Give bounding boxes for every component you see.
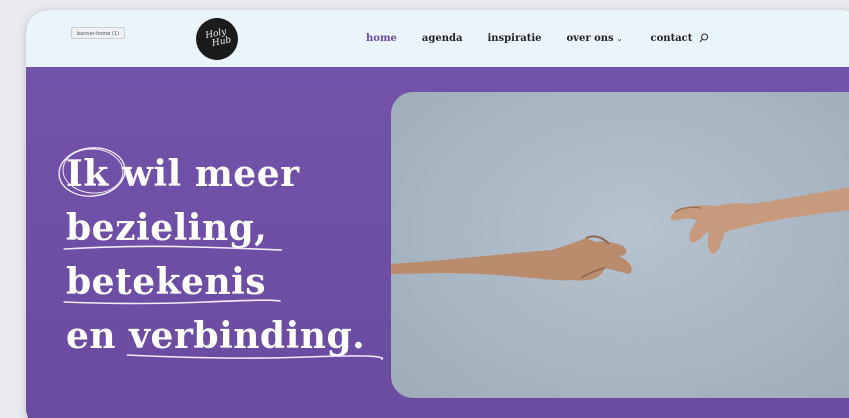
hand-drawn-underline [63,245,283,251]
holy-hub-logo[interactable]: Holy Hub [192,14,242,64]
hero-headline: Ik wil meer bezieling, betekenis en verb… [58,147,384,363]
banner-frame: banner-home (1) Holy Hub home agenda ins… [26,10,849,418]
hand-drawn-underline [63,299,281,305]
file-name-tag: banner-home (1) [71,27,126,39]
nav-inspiratie[interactable]: inspiratie [487,33,541,44]
site-header: banner-home (1) Holy Hub home agenda ins… [26,10,849,67]
hand-drawn-circle [58,147,126,197]
search-icon[interactable] [698,32,710,44]
chevron-down-icon: ⌄ [616,34,623,43]
underlined-word: verbinding. [126,309,384,363]
headline-line-1: Ik wil meer [58,147,365,201]
nav-over-ons[interactable]: over ons ⌄ [567,33,623,44]
hero-photo-hands [391,92,849,398]
headline-line-1-rest: wil meer [108,153,300,195]
logo-line-2: Hub [211,35,233,49]
nav-home[interactable]: home [366,33,397,44]
underlined-word: bezieling, [63,201,283,255]
hand-drawn-underline [126,354,384,360]
nav-agenda[interactable]: agenda [422,33,463,44]
main-nav: home agenda inspiratie over ons ⌄ contact [366,33,692,44]
headline-line-3: betekenis [63,255,365,309]
reaching-hands-illustration [391,187,849,281]
headline-line-4: en verbinding. [66,309,384,363]
underlined-word: betekenis [63,255,281,309]
nav-over-ons-label: over ons [566,33,614,44]
headline-word-en: en [66,315,130,357]
nav-contact[interactable]: contact [651,33,693,44]
headline-line-2: bezieling, [63,201,365,255]
circled-word: Ik [58,147,126,201]
